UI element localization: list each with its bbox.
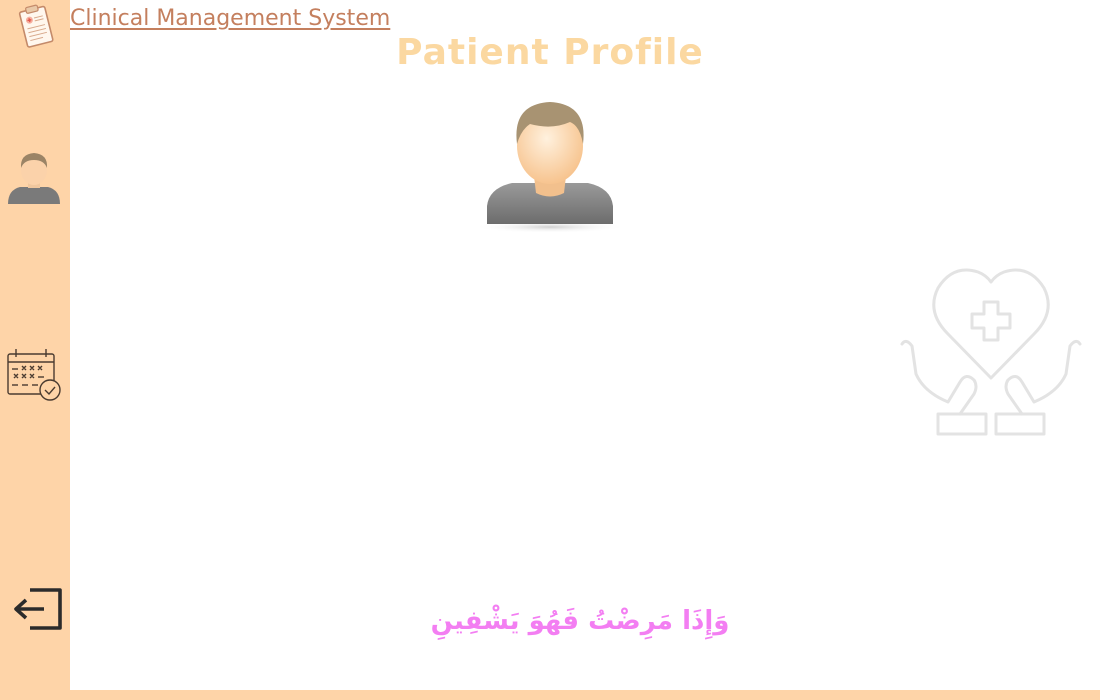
- app-window: Clinical Management System Patient Profi…: [0, 0, 1100, 700]
- calendar-check-icon: [7, 349, 61, 401]
- sidebar-item-appointments[interactable]: [4, 346, 64, 404]
- sidebar: [0, 0, 70, 700]
- user-avatar-icon: [474, 102, 626, 233]
- verse-text: وَإِذَا مَرِضْتُ فَهُوَ يَشْفِينِ: [430, 606, 730, 636]
- page-title: Patient Profile: [396, 32, 704, 73]
- footer-strip: [70, 690, 1100, 700]
- logout-button[interactable]: [4, 584, 64, 636]
- user-avatar-icon: [8, 153, 60, 204]
- patient-avatar: [474, 102, 626, 233]
- sidebar-item-profile[interactable]: [4, 148, 64, 206]
- clipboard-logo-icon: [18, 4, 54, 48]
- logout-icon: [14, 588, 62, 630]
- hands-heart-cross-icon: [900, 268, 1082, 436]
- app-title-link[interactable]: Clinical Management System: [70, 6, 390, 31]
